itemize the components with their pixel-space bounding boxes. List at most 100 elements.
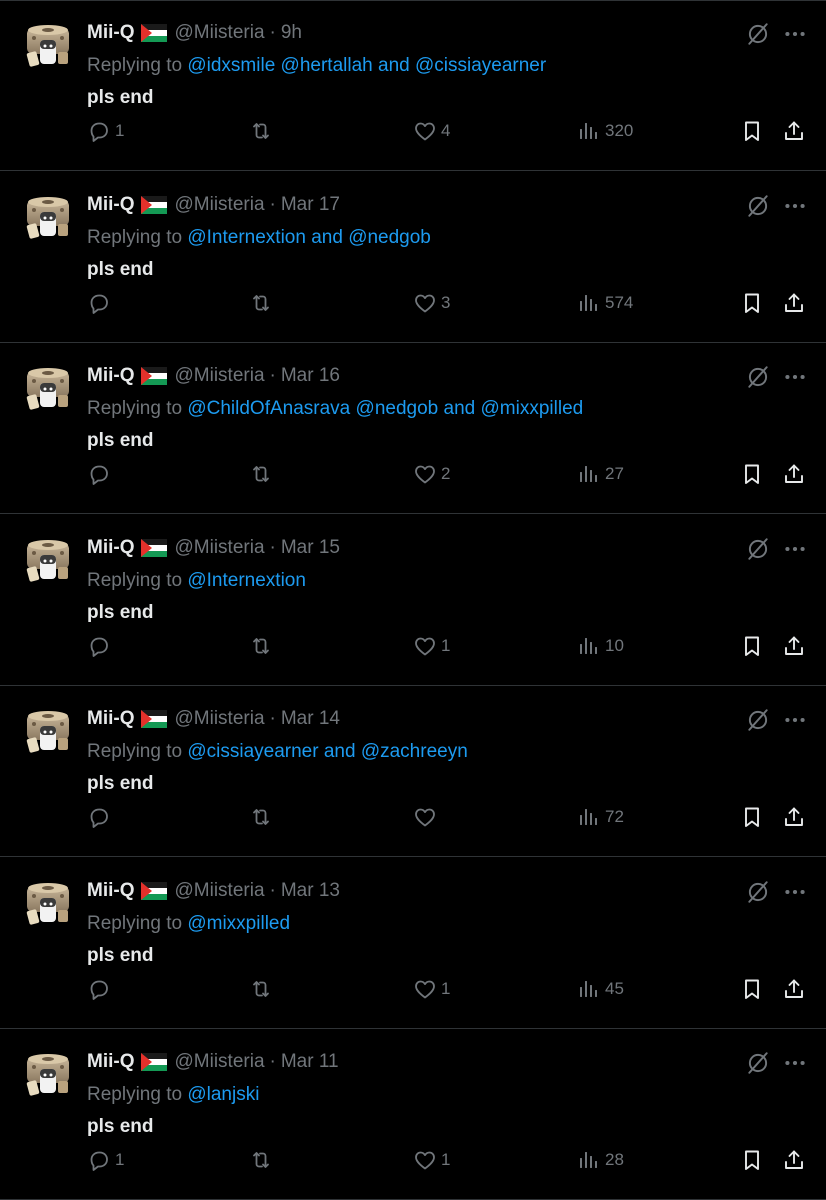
avatar[interactable] xyxy=(24,880,72,928)
mention-link[interactable]: @zachreeyn xyxy=(361,741,468,762)
tweet[interactable]: Mii-Q @Miisteria · Mar 11 Replying to @l… xyxy=(0,1029,826,1200)
reply-button[interactable] xyxy=(87,461,115,487)
grok-icon[interactable] xyxy=(745,707,771,733)
mention-link[interactable]: @mixxpilled xyxy=(481,398,584,419)
user-handle[interactable]: @Miisteria xyxy=(175,1050,265,1074)
views-button[interactable]: 27 xyxy=(577,461,624,487)
display-name[interactable]: Mii-Q xyxy=(87,1050,135,1074)
more-icon[interactable] xyxy=(782,536,808,562)
share-button[interactable] xyxy=(782,461,806,487)
user-handle[interactable]: @Miisteria xyxy=(175,364,265,388)
timestamp[interactable]: Mar 11 xyxy=(281,1050,339,1074)
more-icon[interactable] xyxy=(782,707,808,733)
more-icon[interactable] xyxy=(782,364,808,390)
retweet-button[interactable] xyxy=(249,1147,277,1173)
bookmark-button[interactable] xyxy=(740,804,764,830)
mention-link[interactable]: @ChildOfAnasrava xyxy=(187,398,350,419)
timestamp[interactable]: Mar 17 xyxy=(281,193,340,217)
avatar[interactable] xyxy=(24,22,72,70)
views-button[interactable]: 574 xyxy=(577,290,633,316)
grok-icon[interactable] xyxy=(745,364,771,390)
user-handle[interactable]: @Miisteria xyxy=(175,193,265,217)
reply-button[interactable]: 1 xyxy=(87,118,124,144)
tweet[interactable]: Mii-Q @Miisteria · Mar 14 Replying to @c… xyxy=(0,686,826,857)
share-button[interactable] xyxy=(782,804,806,830)
views-button[interactable]: 72 xyxy=(577,804,624,830)
share-button[interactable] xyxy=(782,290,806,316)
reply-button[interactable] xyxy=(87,804,115,830)
avatar[interactable] xyxy=(24,365,72,413)
views-button[interactable]: 45 xyxy=(577,976,624,1002)
avatar[interactable] xyxy=(24,537,72,585)
mention-link[interactable]: @idxsmile xyxy=(187,55,275,76)
user-handle[interactable]: @Miisteria xyxy=(175,536,265,560)
views-button[interactable]: 10 xyxy=(577,633,624,659)
user-handle[interactable]: @Miisteria xyxy=(175,879,265,903)
tweet[interactable]: Mii-Q @Miisteria · Mar 13 Replying to @m… xyxy=(0,858,826,1029)
tweet[interactable]: Mii-Q @Miisteria · Mar 16 Replying to @C… xyxy=(0,343,826,514)
mention-link[interactable]: @mixxpilled xyxy=(187,913,290,934)
avatar[interactable] xyxy=(24,708,72,756)
tweet[interactable]: Mii-Q @Miisteria · Mar 15 Replying to @I… xyxy=(0,515,826,686)
reply-button[interactable] xyxy=(87,976,115,1002)
bookmark-button[interactable] xyxy=(740,976,764,1002)
bookmark-button[interactable] xyxy=(740,461,764,487)
more-icon[interactable] xyxy=(782,193,808,219)
reply-button[interactable] xyxy=(87,290,115,316)
retweet-button[interactable] xyxy=(249,290,277,316)
display-name[interactable]: Mii-Q xyxy=(87,21,135,45)
display-name[interactable]: Mii-Q xyxy=(87,707,135,731)
user-handle[interactable]: @Miisteria xyxy=(175,707,265,731)
bookmark-button[interactable] xyxy=(740,290,764,316)
avatar[interactable] xyxy=(24,194,72,242)
like-button[interactable]: 1 xyxy=(413,633,450,659)
retweet-button[interactable] xyxy=(249,976,277,1002)
retweet-button[interactable] xyxy=(249,633,277,659)
grok-icon[interactable] xyxy=(745,1050,771,1076)
like-button[interactable]: 3 xyxy=(413,290,450,316)
mention-link[interactable]: @nedgob xyxy=(356,398,439,419)
more-icon[interactable] xyxy=(782,21,808,47)
timestamp[interactable]: Mar 16 xyxy=(281,364,340,388)
share-button[interactable] xyxy=(782,633,806,659)
mention-link[interactable]: @Internextion xyxy=(187,227,306,248)
grok-icon[interactable] xyxy=(745,879,771,905)
avatar[interactable] xyxy=(24,1051,72,1099)
views-button[interactable]: 28 xyxy=(577,1147,624,1173)
like-button[interactable]: 2 xyxy=(413,461,450,487)
timestamp[interactable]: Mar 13 xyxy=(281,879,340,903)
user-handle[interactable]: @Miisteria xyxy=(175,21,265,45)
bookmark-button[interactable] xyxy=(740,633,764,659)
retweet-button[interactable] xyxy=(249,461,277,487)
retweet-button[interactable] xyxy=(249,804,277,830)
bookmark-button[interactable] xyxy=(740,1147,764,1173)
mention-link[interactable]: @lanjski xyxy=(187,1084,259,1105)
like-button[interactable]: 1 xyxy=(413,1147,450,1173)
mention-link[interactable]: @Internextion xyxy=(187,570,306,591)
views-button[interactable]: 320 xyxy=(577,118,633,144)
mention-link[interactable]: @nedgob xyxy=(348,227,431,248)
like-button[interactable] xyxy=(413,804,441,830)
share-button[interactable] xyxy=(782,1147,806,1173)
retweet-button[interactable] xyxy=(249,118,277,144)
reply-button[interactable]: 1 xyxy=(87,1147,124,1173)
tweet[interactable]: Mii-Q @Miisteria · Mar 17 Replying to @I… xyxy=(0,172,826,343)
grok-icon[interactable] xyxy=(745,193,771,219)
share-button[interactable] xyxy=(782,976,806,1002)
grok-icon[interactable] xyxy=(745,21,771,47)
timestamp[interactable]: Mar 15 xyxy=(281,536,340,560)
more-icon[interactable] xyxy=(782,879,808,905)
mention-link[interactable]: @hertallah xyxy=(281,55,373,76)
reply-button[interactable] xyxy=(87,633,115,659)
display-name[interactable]: Mii-Q xyxy=(87,536,135,560)
display-name[interactable]: Mii-Q xyxy=(87,364,135,388)
like-button[interactable]: 1 xyxy=(413,976,450,1002)
mention-link[interactable]: @cissiayearner xyxy=(187,741,318,762)
timestamp[interactable]: 9h xyxy=(281,21,302,45)
bookmark-button[interactable] xyxy=(740,118,764,144)
more-icon[interactable] xyxy=(782,1050,808,1076)
tweet[interactable]: Mii-Q @Miisteria · 9h Replying to @idxsm… xyxy=(0,0,826,171)
mention-link[interactable]: @cissiayearner xyxy=(415,55,546,76)
share-button[interactable] xyxy=(782,118,806,144)
timestamp[interactable]: Mar 14 xyxy=(281,707,340,731)
